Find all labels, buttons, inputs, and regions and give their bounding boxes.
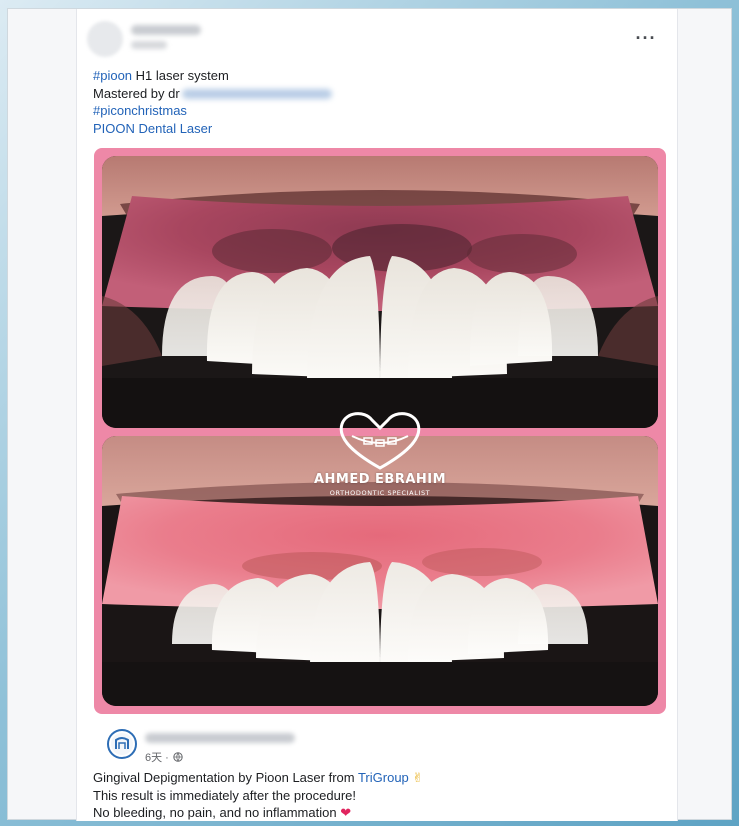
trigroup-link[interactable]: TriGroup — [358, 770, 409, 785]
facebook-post-card: ··· #pioon H1 laser system Mastered by d… — [76, 9, 678, 821]
more-options-button[interactable]: ··· — [635, 28, 657, 53]
shared-post-meta: 6天 · — [145, 749, 183, 765]
shared-text-line1: Gingival Depigmentation by Pioon Laser f… — [93, 770, 358, 785]
shared-post-header: 6天 · — [107, 727, 647, 767]
post-text-line1: H1 laser system — [132, 68, 229, 83]
after-teeth-photo — [102, 436, 658, 706]
victory-hand-icon: ✌ — [412, 770, 424, 785]
shared-post-body: Gingival Depigmentation by Pioon Laser f… — [93, 769, 653, 821]
shared-post-time[interactable]: 6天 · — [145, 749, 169, 765]
post-body: #pioon H1 laser system Mastered by dr #p… — [93, 67, 653, 137]
globe-icon — [173, 752, 183, 762]
post-text-line2: Mastered by dr — [93, 85, 180, 101]
shared-text-line2: This result is immediately after the pro… — [93, 787, 356, 803]
shared-author-name-redacted[interactable] — [145, 733, 295, 743]
hashtag-piconchristmas[interactable]: #piconchristmas — [93, 103, 187, 118]
post-image[interactable]: AHMED EBRAHIM ORTHODONTIC SPECIALIST — [94, 148, 666, 714]
ellipsis-icon: ··· — [635, 28, 657, 48]
post-header: ··· — [87, 21, 667, 61]
page-link-pioon-dental-laser[interactable]: PIOON Dental Laser — [93, 121, 212, 136]
red-heart-icon: ❤ — [340, 805, 352, 820]
hashtag-pioon[interactable]: #pioon — [93, 68, 132, 83]
clinic-logo-icon — [111, 733, 133, 755]
mentioned-doctor-redacted[interactable] — [181, 88, 332, 99]
author-avatar[interactable] — [87, 21, 123, 57]
shared-text-line3: No bleeding, no pain, and no inflammatio… — [93, 805, 337, 820]
post-timestamp-redacted[interactable] — [131, 41, 167, 49]
screenshot-frame: ··· #pioon H1 laser system Mastered by d… — [7, 8, 732, 821]
author-name-redacted[interactable] — [131, 25, 201, 35]
shared-author-avatar[interactable] — [107, 729, 137, 759]
before-teeth-photo — [102, 156, 658, 428]
